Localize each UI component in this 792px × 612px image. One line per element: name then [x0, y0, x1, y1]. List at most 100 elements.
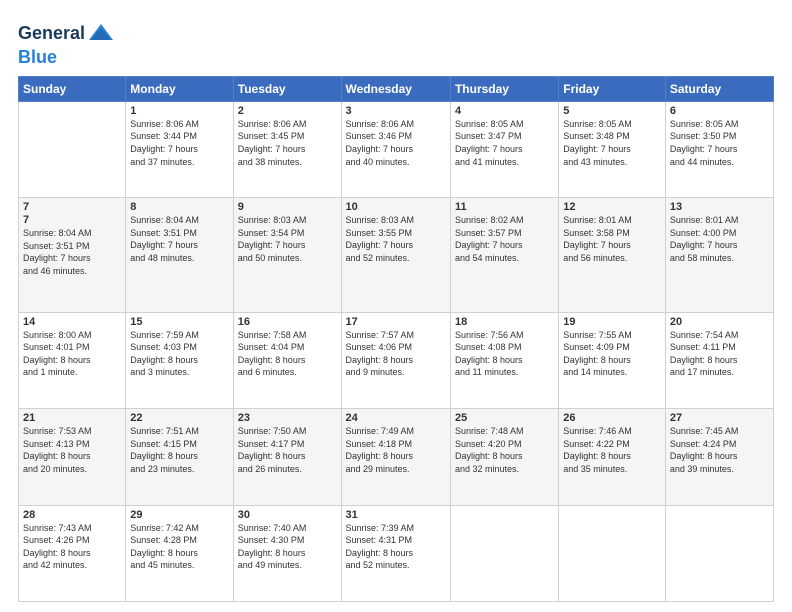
calendar-cell: 8Sunrise: 8:04 AM Sunset: 3:51 PM Daylig…: [126, 198, 233, 312]
day-info: Sunrise: 7:39 AM Sunset: 4:31 PM Dayligh…: [346, 522, 446, 572]
calendar-cell: 15Sunrise: 7:59 AM Sunset: 4:03 PM Dayli…: [126, 312, 233, 408]
logo: General Blue: [18, 20, 115, 68]
calendar-header-sunday: Sunday: [19, 76, 126, 101]
calendar-week-row: 14Sunrise: 8:00 AM Sunset: 4:01 PM Dayli…: [19, 312, 774, 408]
day-info: Sunrise: 8:05 AM Sunset: 3:48 PM Dayligh…: [563, 118, 661, 168]
day-number: 3: [346, 105, 446, 117]
day-number: 21: [23, 412, 121, 424]
day-info: Sunrise: 7:56 AM Sunset: 4:08 PM Dayligh…: [455, 329, 554, 379]
day-number: 5: [563, 105, 661, 117]
day-info: Sunrise: 8:04 AM Sunset: 3:51 PM Dayligh…: [130, 214, 228, 264]
logo-text-line2: Blue: [18, 48, 115, 68]
calendar-week-row: 21Sunrise: 7:53 AM Sunset: 4:13 PM Dayli…: [19, 409, 774, 505]
day-info: Sunrise: 7:40 AM Sunset: 4:30 PM Dayligh…: [238, 522, 337, 572]
calendar-week-row: 77 Sunrise: 8:04 AM Sunset: 3:51 PM Dayli…: [19, 198, 774, 312]
calendar-cell: 5Sunrise: 8:05 AM Sunset: 3:48 PM Daylig…: [559, 101, 666, 197]
day-number: 7: [23, 214, 121, 226]
calendar-header-wednesday: Wednesday: [341, 76, 450, 101]
day-number: 26: [563, 412, 661, 424]
calendar-week-row: 28Sunrise: 7:43 AM Sunset: 4:26 PM Dayli…: [19, 505, 774, 602]
calendar-cell: 17Sunrise: 7:57 AM Sunset: 4:06 PM Dayli…: [341, 312, 450, 408]
day-number: 29: [130, 509, 228, 521]
day-number: 17: [346, 316, 446, 328]
day-number: 13: [670, 201, 769, 213]
calendar-cell: 23Sunrise: 7:50 AM Sunset: 4:17 PM Dayli…: [233, 409, 341, 505]
calendar-cell: 29Sunrise: 7:42 AM Sunset: 4:28 PM Dayli…: [126, 505, 233, 602]
calendar-cell: 26Sunrise: 7:46 AM Sunset: 4:22 PM Dayli…: [559, 409, 666, 505]
day-info: Sunrise: 8:03 AM Sunset: 3:54 PM Dayligh…: [238, 214, 337, 264]
calendar-header-row: SundayMondayTuesdayWednesdayThursdayFrid…: [19, 76, 774, 101]
day-info: Sunrise: 7:50 AM Sunset: 4:17 PM Dayligh…: [238, 425, 337, 475]
day-info: Sunrise: 8:05 AM Sunset: 3:50 PM Dayligh…: [670, 118, 769, 168]
calendar-cell: [19, 101, 126, 197]
day-number: 18: [455, 316, 554, 328]
day-number: 23: [238, 412, 337, 424]
day-number: 22: [130, 412, 228, 424]
day-number: 8: [130, 201, 228, 213]
calendar-header-tuesday: Tuesday: [233, 76, 341, 101]
calendar-cell: 22Sunrise: 7:51 AM Sunset: 4:15 PM Dayli…: [126, 409, 233, 505]
calendar-cell: 28Sunrise: 7:43 AM Sunset: 4:26 PM Dayli…: [19, 505, 126, 602]
day-info: Sunrise: 7:46 AM Sunset: 4:22 PM Dayligh…: [563, 425, 661, 475]
day-number: 7: [23, 201, 121, 213]
calendar-table: SundayMondayTuesdayWednesdayThursdayFrid…: [18, 76, 774, 602]
day-info: Sunrise: 8:05 AM Sunset: 3:47 PM Dayligh…: [455, 118, 554, 168]
calendar-cell: 1Sunrise: 8:06 AM Sunset: 3:44 PM Daylig…: [126, 101, 233, 197]
day-info: Sunrise: 7:59 AM Sunset: 4:03 PM Dayligh…: [130, 329, 228, 379]
calendar-cell: 11Sunrise: 8:02 AM Sunset: 3:57 PM Dayli…: [450, 198, 558, 312]
day-number: 1: [130, 105, 228, 117]
calendar-cell: [559, 505, 666, 602]
calendar-cell: 25Sunrise: 7:48 AM Sunset: 4:20 PM Dayli…: [450, 409, 558, 505]
day-info: Sunrise: 8:01 AM Sunset: 3:58 PM Dayligh…: [563, 214, 661, 264]
day-info: Sunrise: 8:00 AM Sunset: 4:01 PM Dayligh…: [23, 329, 121, 379]
calendar-header-friday: Friday: [559, 76, 666, 101]
logo-text-line1: General: [18, 24, 85, 44]
day-info: Sunrise: 8:06 AM Sunset: 3:45 PM Dayligh…: [238, 118, 337, 168]
day-number: 16: [238, 316, 337, 328]
day-number: 9: [238, 201, 337, 213]
calendar-cell: 12Sunrise: 8:01 AM Sunset: 3:58 PM Dayli…: [559, 198, 666, 312]
calendar-header-saturday: Saturday: [665, 76, 773, 101]
day-number: 11: [455, 201, 554, 213]
day-number: 15: [130, 316, 228, 328]
calendar-cell: 20Sunrise: 7:54 AM Sunset: 4:11 PM Dayli…: [665, 312, 773, 408]
day-info: Sunrise: 7:57 AM Sunset: 4:06 PM Dayligh…: [346, 329, 446, 379]
day-number: 14: [23, 316, 121, 328]
day-number: 12: [563, 201, 661, 213]
day-number: 24: [346, 412, 446, 424]
day-info: Sunrise: 8:02 AM Sunset: 3:57 PM Dayligh…: [455, 214, 554, 264]
day-number: 6: [670, 105, 769, 117]
calendar-header-monday: Monday: [126, 76, 233, 101]
day-info: Sunrise: 8:06 AM Sunset: 3:46 PM Dayligh…: [346, 118, 446, 168]
day-info: Sunrise: 7:53 AM Sunset: 4:13 PM Dayligh…: [23, 425, 121, 475]
calendar-cell: 10Sunrise: 8:03 AM Sunset: 3:55 PM Dayli…: [341, 198, 450, 312]
day-number: 30: [238, 509, 337, 521]
calendar-cell: 31Sunrise: 7:39 AM Sunset: 4:31 PM Dayli…: [341, 505, 450, 602]
header: General Blue: [18, 16, 774, 68]
calendar-cell: 13Sunrise: 8:01 AM Sunset: 4:00 PM Dayli…: [665, 198, 773, 312]
day-number: 10: [346, 201, 446, 213]
calendar-header-thursday: Thursday: [450, 76, 558, 101]
day-info: Sunrise: 7:55 AM Sunset: 4:09 PM Dayligh…: [563, 329, 661, 379]
day-info: Sunrise: 7:49 AM Sunset: 4:18 PM Dayligh…: [346, 425, 446, 475]
calendar-cell: 2Sunrise: 8:06 AM Sunset: 3:45 PM Daylig…: [233, 101, 341, 197]
calendar-cell: 14Sunrise: 8:00 AM Sunset: 4:01 PM Dayli…: [19, 312, 126, 408]
calendar-cell: 16Sunrise: 7:58 AM Sunset: 4:04 PM Dayli…: [233, 312, 341, 408]
day-info: Sunrise: 7:48 AM Sunset: 4:20 PM Dayligh…: [455, 425, 554, 475]
day-number: 2: [238, 105, 337, 117]
calendar-cell: [665, 505, 773, 602]
calendar-cell: 19Sunrise: 7:55 AM Sunset: 4:09 PM Dayli…: [559, 312, 666, 408]
day-number: 19: [563, 316, 661, 328]
day-number: 27: [670, 412, 769, 424]
day-info: Sunrise: 8:01 AM Sunset: 4:00 PM Dayligh…: [670, 214, 769, 264]
day-info: Sunrise: 7:54 AM Sunset: 4:11 PM Dayligh…: [670, 329, 769, 379]
day-info: Sunrise: 8:03 AM Sunset: 3:55 PM Dayligh…: [346, 214, 446, 264]
day-info: Sunrise: 7:43 AM Sunset: 4:26 PM Dayligh…: [23, 522, 121, 572]
calendar-cell: [450, 505, 558, 602]
calendar-cell: 27Sunrise: 7:45 AM Sunset: 4:24 PM Dayli…: [665, 409, 773, 505]
day-info: Sunrise: 7:58 AM Sunset: 4:04 PM Dayligh…: [238, 329, 337, 379]
calendar-cell: 4Sunrise: 8:05 AM Sunset: 3:47 PM Daylig…: [450, 101, 558, 197]
day-number: 31: [346, 509, 446, 521]
day-info: Sunrise: 7:42 AM Sunset: 4:28 PM Dayligh…: [130, 522, 228, 572]
day-number: 28: [23, 509, 121, 521]
